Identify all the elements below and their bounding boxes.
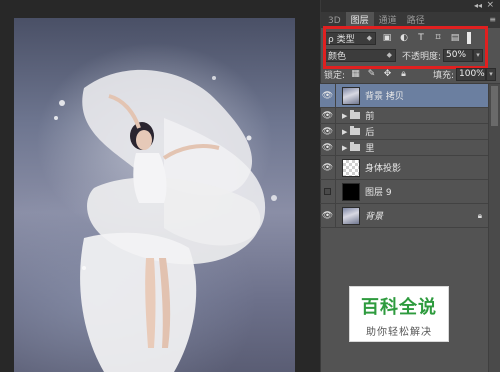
eye-icon[interactable]: 👁︎ bbox=[320, 124, 336, 139]
lock-icon: 🔒︎ bbox=[477, 210, 482, 220]
layer-filter-row: ρ 类型 ◆ ▣ ◐ T ⌑ ▤ bbox=[324, 31, 496, 45]
fill-label: 填充: bbox=[432, 70, 454, 81]
lock-all-icon[interactable]: 🔒︎ bbox=[398, 69, 409, 80]
layer-thumbnail bbox=[342, 86, 360, 105]
panel-menu-icon[interactable]: ≡ bbox=[489, 15, 496, 24]
opacity-label: 不透明度: bbox=[402, 51, 442, 62]
layer-list: 👁︎ 背景 拷贝 👁︎ ▶ 前 👁︎ ▶ 后 👁︎ ▶ 里 👁︎ 身体投影 图层… bbox=[320, 84, 488, 228]
layer-thumbnail bbox=[342, 182, 360, 201]
visibility-toggle-off[interactable] bbox=[320, 180, 336, 203]
scrollbar-thumb[interactable] bbox=[491, 86, 498, 126]
watermark-logo: 百科全说 助你轻松解决 bbox=[349, 286, 449, 342]
lock-transparent-pixels-icon[interactable]: ▦ bbox=[350, 69, 361, 80]
panel-scrollbar[interactable] bbox=[488, 84, 500, 372]
layer-group-front[interactable]: 👁︎ ▶ 前 bbox=[320, 108, 488, 124]
shape-filter-icon[interactable]: ⌑ bbox=[432, 32, 444, 44]
layer-row-background-copy[interactable]: 👁︎ 背景 拷贝 bbox=[320, 84, 488, 108]
expand-arrow-icon[interactable]: ▶ bbox=[342, 144, 347, 152]
adjustment-filter-icon[interactable]: ◐ bbox=[398, 32, 410, 44]
smart-object-filter-icon[interactable]: ▤ bbox=[449, 32, 461, 44]
tab-3d[interactable]: 3D bbox=[323, 15, 346, 28]
layer-name: 前 bbox=[365, 112, 375, 122]
layer-name: 里 bbox=[365, 144, 375, 154]
chevron-down-icon: ◆ bbox=[366, 34, 372, 42]
filter-kind-select[interactable]: ρ 类型 ◆ bbox=[324, 31, 376, 45]
expand-arrow-icon[interactable]: ▶ bbox=[342, 112, 347, 120]
layer-name: 背景 bbox=[365, 212, 384, 222]
opacity-slider-toggle[interactable]: ▾ bbox=[473, 48, 484, 62]
layer-group-back[interactable]: 👁︎ ▶ 后 bbox=[320, 124, 488, 140]
tab-layers[interactable]: 图层 bbox=[345, 12, 374, 28]
text-filter-icon[interactable]: T bbox=[415, 32, 427, 44]
layer-row-layer-9[interactable]: 图层 9 bbox=[320, 180, 488, 204]
fill-input[interactable]: 100% bbox=[456, 67, 486, 81]
panel-title-bar[interactable]: ◂◂ × bbox=[321, 0, 500, 12]
watermark-title: 百科全说 bbox=[361, 297, 437, 318]
layer-thumbnail bbox=[342, 158, 360, 177]
watermark-subtitle: 助你轻松解决 bbox=[366, 327, 432, 338]
canvas-workspace[interactable] bbox=[0, 0, 320, 372]
lock-position-icon[interactable]: ✥ bbox=[382, 69, 393, 80]
document-image[interactable] bbox=[14, 18, 295, 372]
layer-name: 身体投影 bbox=[365, 164, 402, 174]
layer-thumbnail bbox=[342, 206, 360, 225]
panel-tab-bar: 3D 图层 通道 路径 ≡ bbox=[321, 12, 500, 28]
blend-mode-select[interactable]: 颜色 ◆ bbox=[324, 48, 396, 62]
filter-toggle-switch[interactable] bbox=[467, 32, 471, 44]
chevron-down-icon: ◆ bbox=[386, 51, 392, 59]
blend-mode-value: 颜色 bbox=[328, 51, 347, 62]
opacity-input[interactable]: 50% bbox=[443, 48, 474, 62]
layer-row-background[interactable]: 👁︎ 背景 🔒︎ bbox=[320, 204, 488, 228]
filter-kind-label: ρ 类型 bbox=[328, 34, 355, 45]
fill-slider-toggle[interactable]: ▾ bbox=[486, 67, 496, 81]
folder-icon bbox=[350, 126, 361, 135]
eye-icon[interactable]: 👁︎ bbox=[320, 84, 336, 107]
blend-opacity-row: 颜色 ◆ 不透明度: 50% ▾ bbox=[324, 48, 496, 62]
layer-name: 后 bbox=[365, 128, 375, 138]
layer-group-inner[interactable]: 👁︎ ▶ 里 bbox=[320, 140, 488, 156]
eye-icon[interactable]: 👁︎ bbox=[320, 204, 336, 227]
layer-name: 背景 拷贝 bbox=[365, 92, 404, 102]
tab-channels[interactable]: 通道 bbox=[374, 12, 402, 28]
close-icon[interactable]: × bbox=[486, 0, 494, 10]
layer-row-body-shadow[interactable]: 👁︎ 身体投影 bbox=[320, 156, 488, 180]
collapse-panel-icon[interactable]: ◂◂ bbox=[474, 1, 482, 10]
dancer-illustration bbox=[54, 69, 277, 372]
lock-fill-row: 锁定: ▦ ✎ ✥ 🔒︎ 填充: 100% ▾ bbox=[324, 67, 496, 81]
expand-arrow-icon[interactable]: ▶ bbox=[342, 128, 347, 136]
tab-paths[interactable]: 路径 bbox=[402, 12, 430, 28]
layer-name: 图层 9 bbox=[365, 188, 392, 198]
folder-icon bbox=[350, 110, 361, 119]
eye-icon[interactable]: 👁︎ bbox=[320, 108, 336, 123]
eye-icon[interactable]: 👁︎ bbox=[320, 140, 336, 155]
lock-image-pixels-icon[interactable]: ✎ bbox=[366, 69, 377, 80]
lock-label: 锁定: bbox=[324, 70, 346, 81]
folder-icon bbox=[350, 142, 361, 151]
eye-icon[interactable]: 👁︎ bbox=[320, 156, 336, 179]
image-filter-icon[interactable]: ▣ bbox=[381, 32, 393, 44]
